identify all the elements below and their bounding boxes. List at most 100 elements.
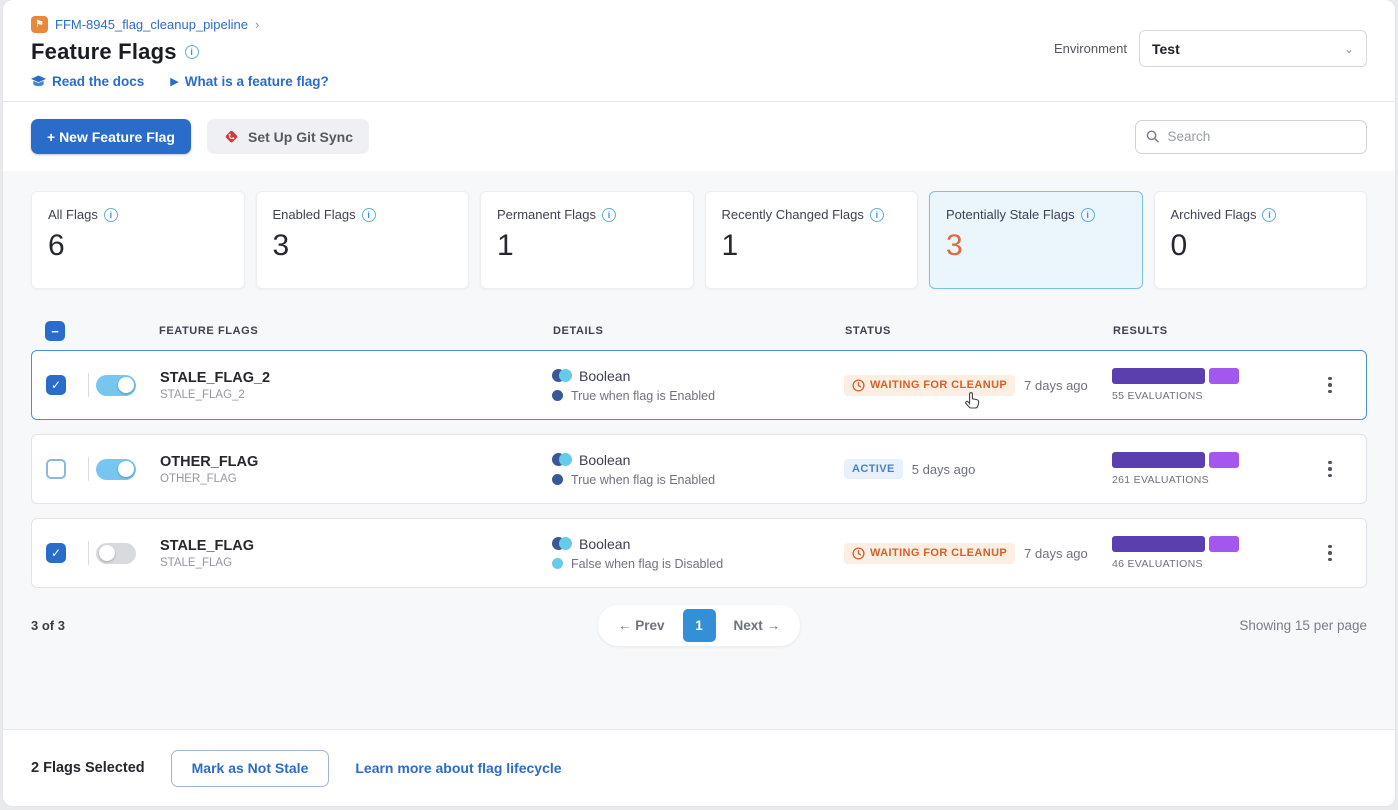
breadcrumb-project-link[interactable]: FFM-8945_flag_cleanup_pipeline (55, 17, 248, 32)
flag-lifecycle-link[interactable]: Learn more about flag lifecycle (355, 760, 561, 776)
column-header-flags: FEATURE FLAGS (159, 325, 553, 337)
stat-value: 1 (722, 229, 902, 263)
stat-card-permanent-flags[interactable]: Permanent Flagsi 1 (480, 191, 694, 289)
variation-dot (552, 558, 563, 569)
variation-dot (552, 474, 563, 485)
evaluations-label: 261 EVALUATIONS (1112, 474, 1209, 486)
divider (88, 457, 89, 481)
search-icon (1146, 129, 1159, 144)
evaluations-bar (1112, 536, 1239, 552)
evaluations-label: 55 EVALUATIONS (1112, 390, 1203, 402)
git-icon (223, 128, 240, 145)
flag-id: STALE_FLAG (160, 557, 552, 569)
git-sync-button[interactable]: Set Up Git Sync (207, 119, 369, 154)
chevron-down-icon: ⌄ (1344, 42, 1354, 56)
flag-id: STALE_FLAG_2 (160, 389, 552, 401)
info-icon[interactable]: i (870, 208, 884, 222)
stat-value: 1 (497, 229, 677, 263)
docs-icon (31, 75, 46, 89)
status-date: 5 days ago (912, 462, 976, 477)
page-title: Feature Flags (31, 39, 177, 65)
flag-id: OTHER_FLAG (160, 473, 552, 485)
clock-icon (852, 379, 865, 392)
stat-value: 3 (946, 229, 1126, 263)
stat-card-potentially-stale-flags[interactable]: Potentially Stale Flagsi 3 (929, 191, 1143, 289)
select-all-checkbox[interactable] (45, 321, 65, 341)
row-menu-button[interactable] (1308, 371, 1352, 400)
status-date: 7 days ago (1024, 378, 1088, 393)
evaluations-bar (1112, 452, 1239, 468)
evaluations-label: 46 EVALUATIONS (1112, 558, 1203, 570)
feature-flags-module-icon: ⚑ (31, 16, 48, 33)
stat-value: 6 (48, 229, 228, 263)
row-menu-button[interactable] (1308, 539, 1352, 568)
status-badge: WAITING FOR CLEANUP (844, 375, 1015, 396)
row-menu-button[interactable] (1308, 455, 1352, 484)
table-footer: 3 of 3 ← Prev 1 Next → Showing 15 per pa… (31, 604, 1367, 646)
environment-select[interactable]: Test ⌄ (1139, 30, 1367, 67)
flag-name[interactable]: STALE_FLAG_2 (160, 370, 552, 386)
info-icon[interactable]: i (104, 208, 118, 222)
info-icon[interactable]: i (1081, 208, 1095, 222)
rows-summary: 3 of 3 (31, 618, 65, 633)
selection-bar: 2 Flags Selected Mark as Not Stale Learn… (3, 729, 1395, 806)
toolbar: + New Feature Flag Set Up Git Sync (3, 102, 1395, 171)
stat-card-all-flags[interactable]: All Flagsi 6 (31, 191, 245, 289)
stat-value: 0 (1171, 229, 1351, 263)
flag-name[interactable]: STALE_FLAG (160, 538, 552, 554)
row-checkbox[interactable] (46, 543, 66, 563)
evaluations-bar (1112, 368, 1239, 384)
boolean-type-icon (552, 537, 571, 550)
flag-toggle[interactable] (96, 459, 136, 480)
feature-flags-page: ⚑ FFM-8945_flag_cleanup_pipeline › Featu… (3, 0, 1395, 806)
flag-toggle[interactable] (96, 375, 136, 396)
stat-value: 3 (273, 229, 453, 263)
search-input[interactable] (1167, 129, 1356, 144)
boolean-type-icon (552, 369, 571, 382)
table-header: FEATURE FLAGS DETAILS STATUS RESULTS (31, 312, 1367, 350)
table-row[interactable]: OTHER_FLAG OTHER_FLAG Boolean True when … (31, 434, 1367, 504)
breadcrumb-chevron-icon: › (255, 17, 259, 32)
row-checkbox[interactable] (46, 459, 66, 479)
status-badge: ACTIVE (844, 459, 903, 479)
page-header: ⚑ FFM-8945_flag_cleanup_pipeline › Featu… (3, 0, 1395, 102)
pagination: ← Prev 1 Next → (598, 605, 800, 646)
read-docs-link[interactable]: Read the docs (31, 74, 144, 89)
divider (88, 541, 89, 565)
info-icon[interactable]: i (602, 208, 616, 222)
info-icon[interactable]: i (1262, 208, 1276, 222)
next-page-button[interactable]: Next → (720, 612, 795, 639)
table-row[interactable]: STALE_FLAG STALE_FLAG Boolean False when… (31, 518, 1367, 588)
per-page-label: Showing 15 per page (1239, 618, 1367, 633)
current-page-button[interactable]: 1 (683, 609, 716, 642)
info-icon[interactable]: i (362, 208, 376, 222)
stat-cards: All Flagsi 6 Enabled Flagsi 3 Permanent … (31, 191, 1367, 289)
search-box[interactable] (1135, 120, 1367, 154)
stat-card-enabled-flags[interactable]: Enabled Flagsi 3 (256, 191, 470, 289)
divider (88, 373, 89, 397)
boolean-type-icon (552, 453, 571, 466)
flag-toggle[interactable] (96, 543, 136, 564)
clock-icon (852, 547, 865, 560)
title-info-icon[interactable]: i (185, 45, 199, 59)
status-badge: WAITING FOR CLEANUP (844, 543, 1015, 564)
new-feature-flag-button[interactable]: + New Feature Flag (31, 119, 191, 154)
column-header-details: DETAILS (553, 325, 845, 337)
status-date: 7 days ago (1024, 546, 1088, 561)
play-icon: ▶ (170, 75, 178, 88)
flags-selected-label: 2 Flags Selected (31, 760, 145, 776)
stat-card-recently-changed-flags[interactable]: Recently Changed Flagsi 1 (705, 191, 919, 289)
what-is-flag-link[interactable]: ▶ What is a feature flag? (170, 74, 329, 89)
environment-value: Test (1152, 41, 1180, 57)
variation-dot (552, 390, 563, 401)
table-row[interactable]: STALE_FLAG_2 STALE_FLAG_2 Boolean True w… (31, 350, 1367, 420)
main-content: All Flagsi 6 Enabled Flagsi 3 Permanent … (3, 171, 1395, 729)
column-header-status: STATUS (845, 325, 1113, 337)
mark-not-stale-button[interactable]: Mark as Not Stale (171, 750, 330, 787)
stat-card-archived-flags[interactable]: Archived Flagsi 0 (1154, 191, 1368, 289)
row-checkbox[interactable] (46, 375, 66, 395)
column-header-results: RESULTS (1113, 325, 1309, 337)
prev-page-button[interactable]: ← Prev (604, 612, 679, 639)
flag-name[interactable]: OTHER_FLAG (160, 454, 552, 470)
environment-label: Environment (1054, 41, 1127, 56)
